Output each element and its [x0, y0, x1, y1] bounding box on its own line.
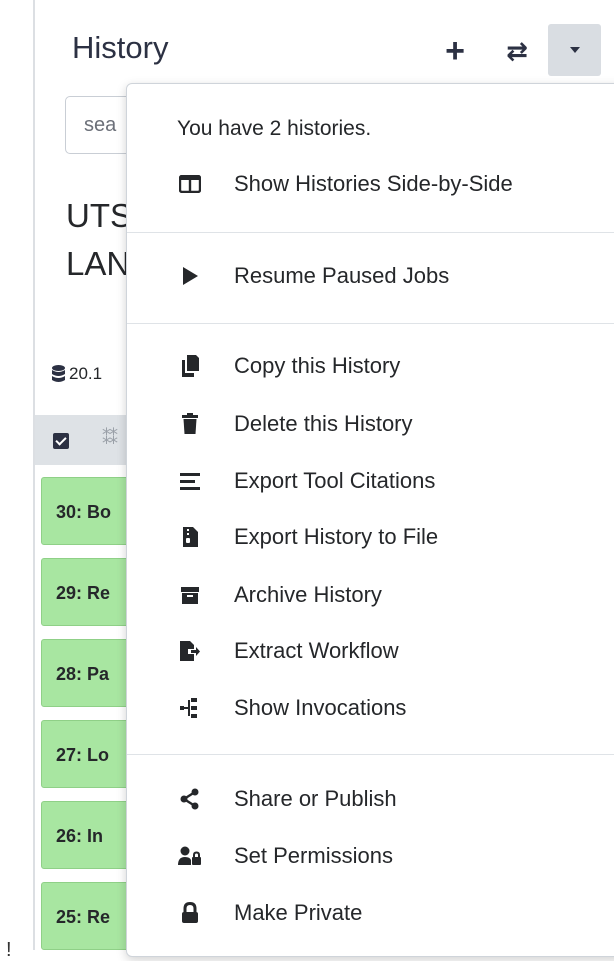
- menu-item-label: Show Histories Side-by-Side: [234, 171, 513, 196]
- menu-item-delete-history[interactable]: Delete this History: [127, 402, 614, 446]
- menu-item-archive-history[interactable]: Archive History: [127, 573, 614, 617]
- exchange-icon: ⇄: [506, 35, 528, 66]
- menu-divider: [127, 232, 614, 233]
- list-icon: [177, 468, 203, 494]
- file-archive-icon: [177, 524, 203, 550]
- menu-item-label: Copy this History: [234, 353, 401, 378]
- menu-divider: [127, 754, 614, 755]
- menu-item-extract-workflow[interactable]: Extract Workflow: [127, 629, 614, 673]
- menu-item-resume-jobs[interactable]: Resume Paused Jobs: [127, 254, 614, 298]
- share-icon: [177, 786, 203, 812]
- menu-item-label: Show Invocations: [234, 695, 407, 720]
- menu-item-show-invocations[interactable]: Show Invocations: [127, 686, 614, 730]
- history-size[interactable]: 20.1: [52, 364, 102, 384]
- menu-item-side-by-side[interactable]: Show Histories Side-by-Side: [127, 162, 614, 206]
- history-name-line2: LAN: [66, 245, 126, 282]
- menu-item-label: Extract Workflow: [234, 638, 399, 663]
- history-name-line1: UTS: [66, 197, 126, 234]
- menu-item-share-publish[interactable]: Share or Publish: [127, 777, 614, 821]
- menu-item-label: Export History to File: [234, 524, 439, 549]
- panel-title: History: [72, 30, 169, 65]
- sitemap-icon: [177, 695, 203, 721]
- new-history-button[interactable]: +: [430, 26, 480, 76]
- switch-history-button[interactable]: ⇄: [492, 26, 542, 76]
- menu-item-make-private[interactable]: Make Private: [127, 891, 614, 935]
- archive-icon: [177, 582, 203, 608]
- file-export-icon: [177, 638, 203, 664]
- history-count-text: You have 2 histories.: [177, 117, 372, 140]
- menu-item-set-permissions[interactable]: Set Permissions: [127, 834, 614, 878]
- history-options-menu: You have 2 histories. Show Histories Sid…: [126, 83, 614, 957]
- columns-icon: [177, 171, 203, 197]
- panel-border: [33, 0, 35, 950]
- history-options-button[interactable]: [548, 24, 601, 76]
- menu-item-label: Set Permissions: [234, 843, 393, 868]
- caret-down-icon: [569, 47, 580, 53]
- menu-item-copy-history[interactable]: Copy this History: [127, 344, 614, 388]
- history-name[interactable]: UTS LAN: [66, 192, 126, 288]
- menu-item-label: Resume Paused Jobs: [234, 263, 450, 288]
- menu-divider: [127, 323, 614, 324]
- menu-item-export-citations[interactable]: Export Tool Citations: [127, 459, 614, 503]
- user-lock-icon: [177, 843, 203, 869]
- menu-item-label: Share or Publish: [234, 786, 397, 811]
- history-size-value: 20.1: [69, 364, 103, 383]
- plus-icon: +: [445, 31, 465, 70]
- menu-item-label: Make Private: [234, 900, 363, 925]
- menu-item-label: Export Tool Citations: [234, 468, 436, 493]
- play-icon: [177, 263, 203, 289]
- compress-icon[interactable]: ⁑⁑: [102, 428, 118, 449]
- select-all-checkbox[interactable]: [53, 433, 69, 449]
- menu-item-label: Delete this History: [234, 411, 413, 436]
- edge-mark: !: [6, 939, 12, 961]
- menu-item-label: Archive History: [234, 582, 382, 607]
- menu-item-export-history[interactable]: Export History to File: [127, 515, 614, 559]
- trash-icon: [177, 411, 203, 437]
- database-icon: [52, 365, 65, 382]
- lock-icon: [177, 900, 203, 926]
- copy-icon: [177, 353, 203, 379]
